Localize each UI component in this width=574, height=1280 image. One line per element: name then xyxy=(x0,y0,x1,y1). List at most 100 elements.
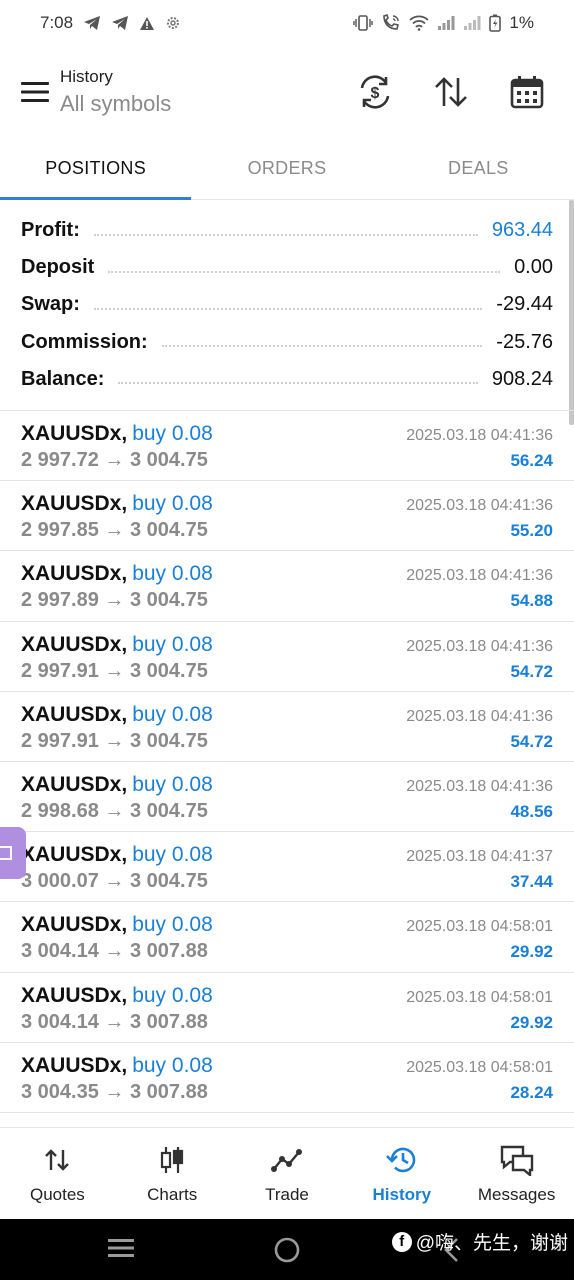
summary-commission-row: Commission: -25.76 xyxy=(21,324,553,361)
position-prices: 2 997.91 → 3 004.75 xyxy=(21,729,208,752)
summary-commission-value: -25.76 xyxy=(496,330,553,353)
signal-icon xyxy=(463,15,481,31)
position-side: buy 0.08 xyxy=(132,702,213,726)
dotted-leader xyxy=(93,307,483,310)
position-side: buy 0.08 xyxy=(132,983,213,1007)
position-symbol: XAUUSDx, xyxy=(21,562,128,586)
position-symbol: XAUUSDx, xyxy=(21,422,128,445)
position-time: 2025.03.18 04:41:36 xyxy=(406,427,553,444)
nav-quotes[interactable]: Quotes xyxy=(0,1128,115,1219)
position-time: 2025.03.18 04:41:37 xyxy=(406,848,553,866)
tab-orders[interactable]: ORDERS xyxy=(191,138,382,199)
messages-icon xyxy=(499,1143,535,1177)
position-prices: 3 000.07 → 3 004.75 xyxy=(21,870,208,893)
position-symbol: XAUUSDx, xyxy=(21,843,128,867)
status-bar: 7:08 1% xyxy=(0,0,574,46)
position-symbol: XAUUSDx, xyxy=(21,913,128,937)
position-side: buy 0.08 xyxy=(132,562,213,586)
position-symbol: XAUUSDx, xyxy=(21,702,128,726)
floating-side-tab[interactable] xyxy=(0,827,26,879)
dotted-leader xyxy=(108,270,501,273)
scrollbar[interactable] xyxy=(569,200,574,425)
nav-messages[interactable]: Messages xyxy=(459,1128,574,1219)
tab-deals[interactable]: DEALS xyxy=(383,138,574,199)
summary-label: Profit: xyxy=(21,219,80,242)
call-icon xyxy=(381,14,401,32)
nav-history[interactable]: History xyxy=(344,1128,459,1219)
position-profit: 28.24 xyxy=(510,1082,553,1102)
nav-label: Trade xyxy=(265,1184,309,1204)
status-time: 7:08 xyxy=(40,13,74,32)
battery-icon xyxy=(489,14,502,32)
position-side: buy 0.08 xyxy=(132,422,213,445)
dotted-leader xyxy=(161,345,483,348)
summary-deposit-row: Deposit 0.00 xyxy=(21,249,553,286)
list-item[interactable]: XAUUSDx, buy 0.08 2025.03.18 04:41:37 3 00… xyxy=(0,832,574,903)
toolbar-titles[interactable]: History All symbols xyxy=(60,67,171,117)
home-icon xyxy=(274,1237,300,1263)
summary-swap-row: Swap: -29.44 xyxy=(21,286,553,323)
position-time: 2025.03.18 04:41:36 xyxy=(406,567,553,585)
list-item[interactable]: XAUUSDx, buy 0.08 2025.03.18 04:41:36 2 99… xyxy=(0,762,574,833)
position-prices: 2 997.85 → 3 004.75 xyxy=(21,519,208,542)
list-item[interactable]: XAUUSDx, buy 0.08 2025.03.18 04:58:01 3 00… xyxy=(0,973,574,1043)
list-item[interactable]: XAUUSDx, buy 0.08 2025.03.18 04:41:36 2 99… xyxy=(0,622,574,692)
bottom-navigation: Quotes Charts Trade History Messages xyxy=(0,1127,574,1219)
list-item[interactable]: XAUUSDx, buy 0.08 2025.03.18 04:41:36 2 99… xyxy=(0,551,574,622)
position-time: 2025.03.18 04:41:36 xyxy=(406,637,553,655)
battery-percent: 1% xyxy=(509,13,534,32)
position-profit: 29.92 xyxy=(510,942,553,962)
trade-icon xyxy=(270,1143,303,1177)
toolbar: History All symbols $ xyxy=(0,46,574,138)
list-item[interactable]: XAUUSDx, buy 0.08 2025.03.18 04:58:01 3 00… xyxy=(0,902,574,973)
position-time: 2025.03.18 04:41:36 xyxy=(406,707,553,725)
summary-swap-value: -29.44 xyxy=(496,293,553,316)
summary-profit-row: Profit: 963.44 xyxy=(21,212,553,249)
nav-charts[interactable]: Charts xyxy=(115,1128,230,1219)
dotted-leader xyxy=(93,233,478,236)
symbol-filter: All symbols xyxy=(60,91,172,116)
position-profit: 29.92 xyxy=(510,1012,553,1032)
summary-panel: Profit: 963.44 Deposit 0.00 Swap: -29.44… xyxy=(0,212,574,398)
position-symbol: XAUUSDx, xyxy=(21,632,128,656)
wifi-icon xyxy=(409,15,430,31)
summary-label: Swap: xyxy=(21,293,80,316)
position-profit: 48.56 xyxy=(510,801,553,821)
recent-apps-button[interactable] xyxy=(107,1235,135,1266)
tab-positions[interactable]: POSITIONS xyxy=(0,138,192,200)
position-symbol: XAUUSDx, xyxy=(21,1053,128,1077)
system-navigation-bar: f @嗨、先生，谢谢 xyxy=(0,1219,574,1280)
telegram-icon xyxy=(111,15,129,31)
svg-text:$: $ xyxy=(371,85,380,102)
sort-button[interactable] xyxy=(422,63,480,121)
nav-label: Messages xyxy=(477,1184,556,1204)
window-icon xyxy=(0,846,12,860)
home-button[interactable] xyxy=(273,1236,301,1269)
charts-icon xyxy=(159,1143,185,1177)
list-item[interactable]: XAUUSDx, buy 0.08 2025.03.18 04:41:36 2 99… xyxy=(0,481,574,552)
telegram-icon xyxy=(83,15,101,31)
currency-exchange-button[interactable]: $ xyxy=(346,63,404,121)
tab-bar: POSITIONS ORDERS DEALS xyxy=(0,138,574,200)
summary-profit-value: 963.44 xyxy=(491,219,553,242)
list-item[interactable]: XAUUSDx, buy 0.08 2025.03.18 04:41:36 2 99… xyxy=(0,411,574,482)
position-side: buy 0.08 xyxy=(132,632,213,656)
dotted-leader xyxy=(118,382,478,385)
position-prices: 2 997.89 → 3 004.75 xyxy=(21,589,208,612)
calendar-button[interactable] xyxy=(498,63,556,121)
menu-button[interactable] xyxy=(6,63,64,121)
list-item[interactable]: XAUUSDx, buy 0.08 2025.03.18 04:58:01 3 00… xyxy=(0,1043,574,1113)
position-side: buy 0.08 xyxy=(132,1053,213,1077)
position-side: buy 0.08 xyxy=(132,843,213,867)
position-profit: 56.24 xyxy=(510,451,553,470)
watermark: f @嗨、先生，谢谢 xyxy=(391,1228,568,1255)
list-item[interactable]: XAUUSDx, buy 0.08 2025.03.18 04:41:36 2 99… xyxy=(0,692,574,762)
position-profit: 55.20 xyxy=(510,521,553,541)
nav-trade[interactable]: Trade xyxy=(230,1128,345,1219)
position-time: 2025.03.18 04:58:01 xyxy=(406,988,553,1006)
nav-label: Charts xyxy=(147,1184,198,1204)
position-profit: 54.72 xyxy=(510,731,553,751)
summary-deposit-value: 0.00 xyxy=(514,256,553,279)
summary-balance-value: 908.24 xyxy=(491,367,553,390)
vibrate-icon xyxy=(353,15,374,31)
